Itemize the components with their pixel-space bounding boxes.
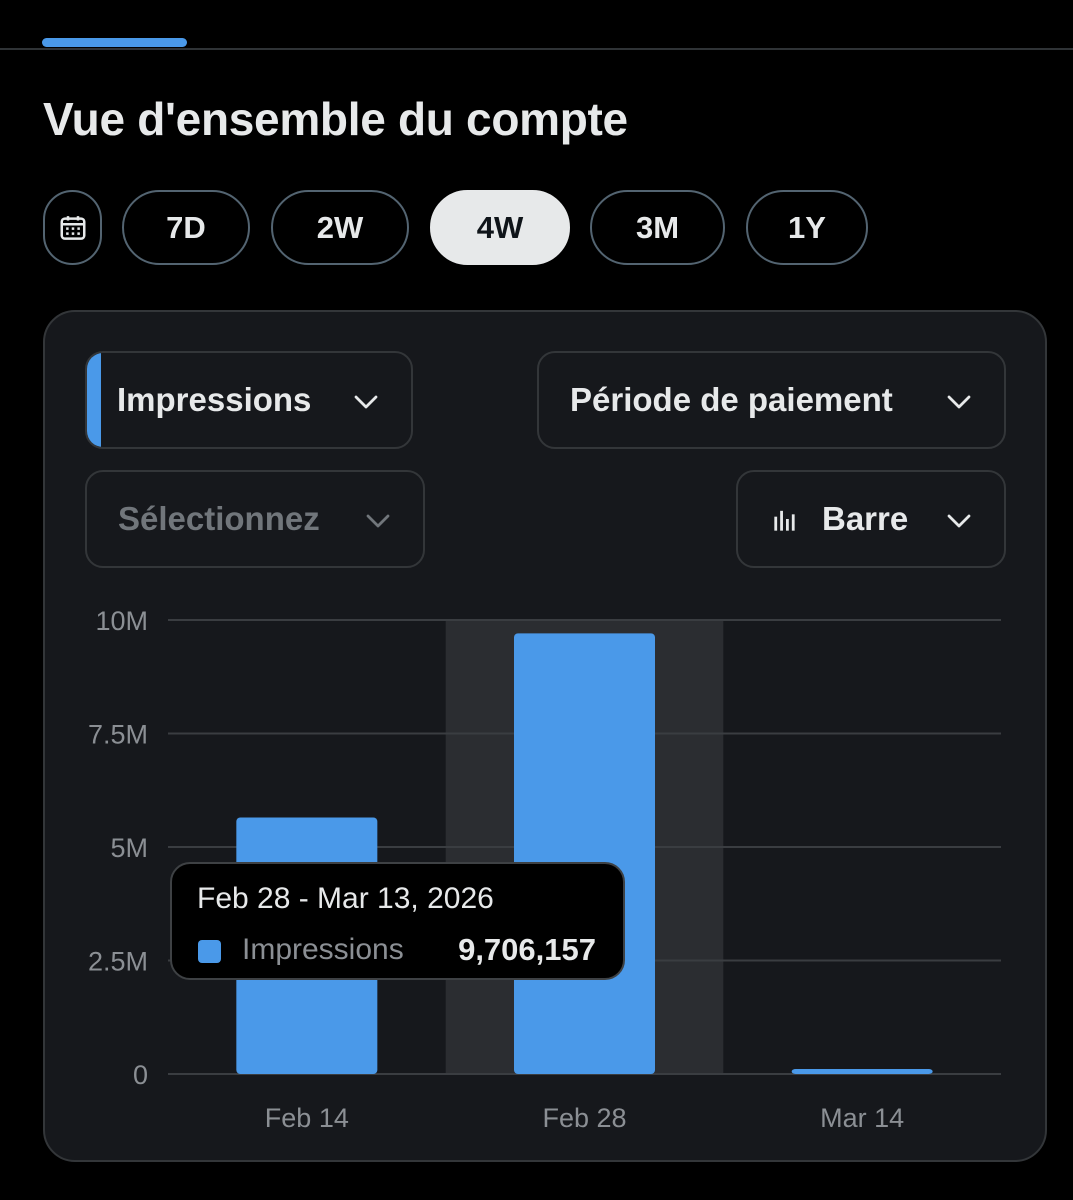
tooltip-series-swatch xyxy=(198,940,221,963)
bar xyxy=(514,633,655,1074)
x-tick-label: Mar 14 xyxy=(820,1103,904,1133)
chart-tooltip: Feb 28 - Mar 13, 2026 Impressions 9,706,… xyxy=(170,862,625,980)
tooltip-value: 9,706,157 xyxy=(458,932,596,967)
bar xyxy=(791,1069,933,1074)
tooltip-series-label: Impressions xyxy=(242,933,404,966)
impressions-bar-chart: 0 2.5M 5M 7.5M 10M Feb 14 Feb 28 Mar 14 xyxy=(88,606,1001,1133)
y-tick-label: 10M xyxy=(95,606,148,636)
y-tick-label: 7.5M xyxy=(88,720,148,750)
y-tick-label: 0 xyxy=(133,1060,148,1090)
y-tick-label: 5M xyxy=(110,833,148,863)
x-tick-label: Feb 14 xyxy=(265,1103,349,1133)
y-tick-label: 2.5M xyxy=(88,947,148,977)
x-tick-label: Feb 28 xyxy=(542,1103,626,1133)
tooltip-date-range: Feb 28 - Mar 13, 2026 xyxy=(197,882,494,915)
